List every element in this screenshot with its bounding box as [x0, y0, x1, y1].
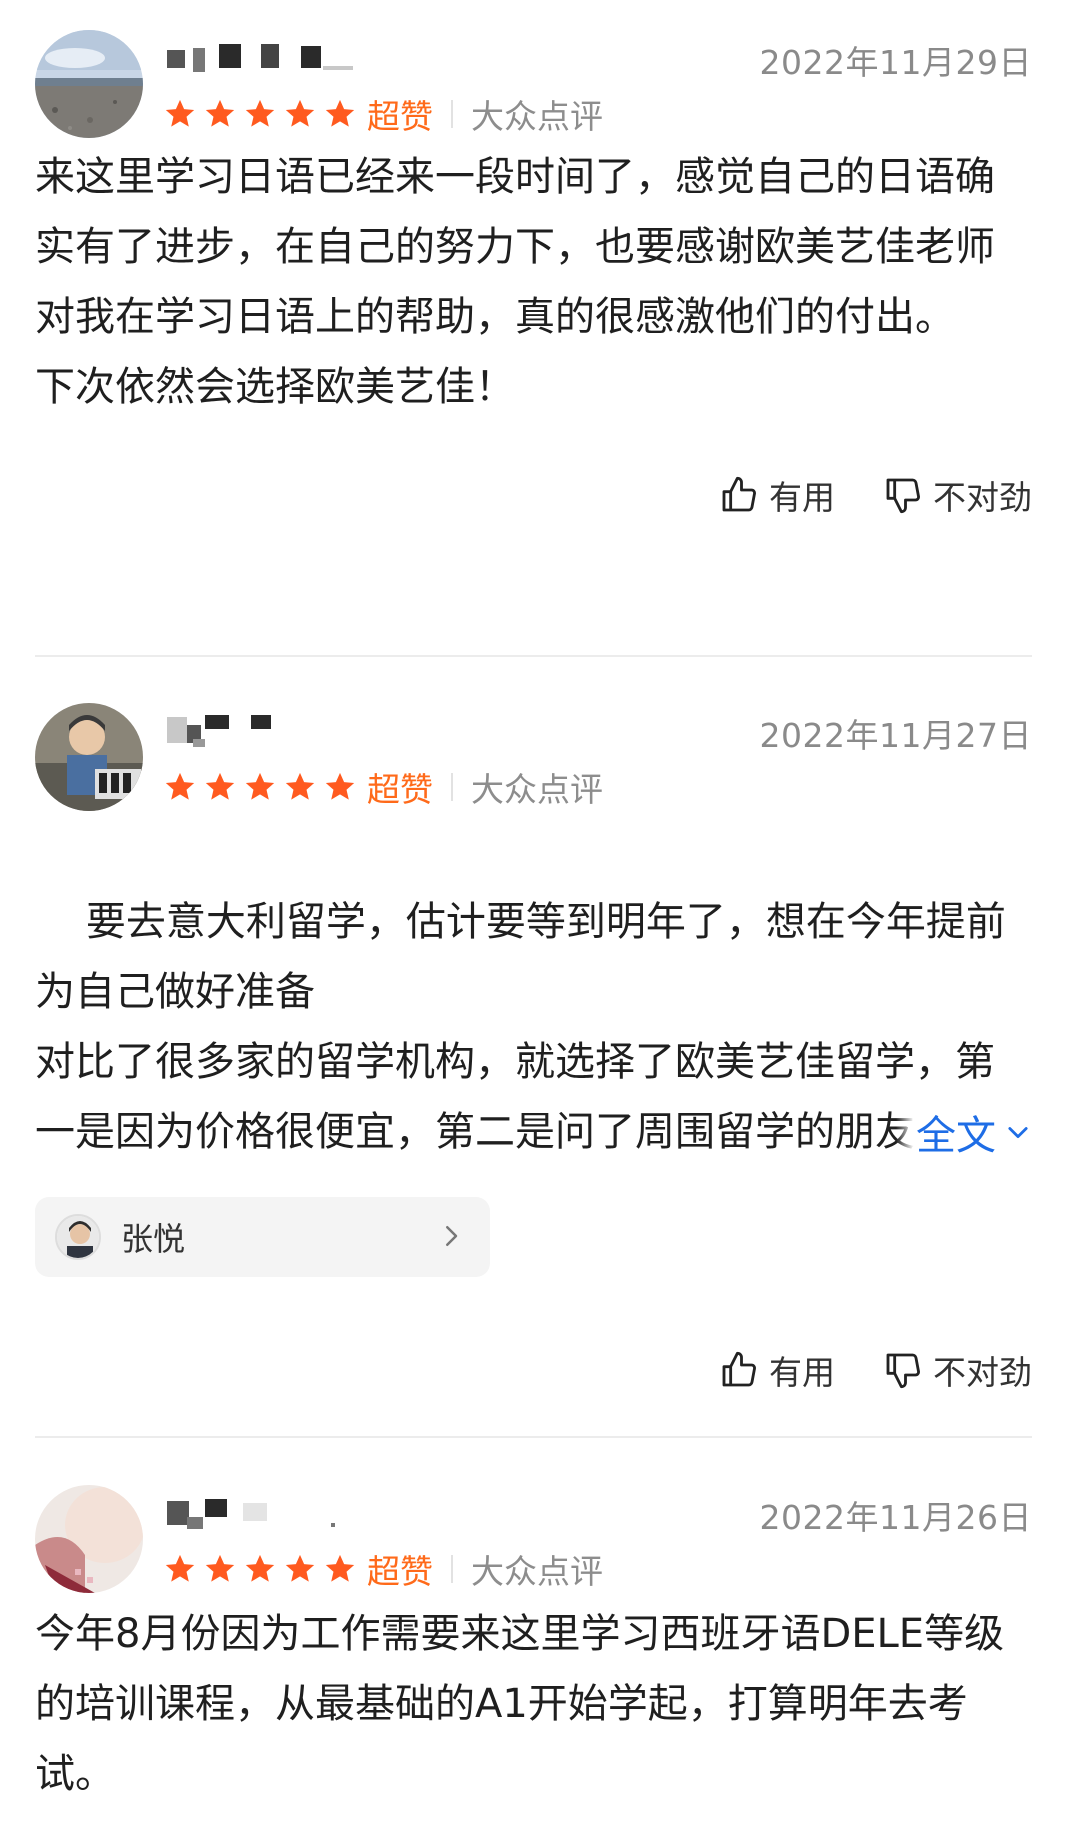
star-rating: [163, 97, 357, 131]
merchant-reply-chip[interactable]: 张悦: [35, 1197, 490, 1277]
star-icon: [205, 99, 235, 127]
star-icon: [245, 99, 275, 127]
rating-row: 超赞 大众点评: [163, 1547, 603, 1591]
review-body: 要去意大利留学，估计要等到明年了，想在今年提前为自己做好准备 对比了很多家的留学…: [35, 817, 1032, 1167]
separator: [451, 1555, 453, 1583]
username-redacted[interactable]: [163, 1495, 363, 1529]
rating-row: 超赞 大众点评: [163, 765, 603, 809]
review-date: 2022年11月29日: [759, 43, 1032, 82]
divider: [35, 1436, 1032, 1438]
review-card: 2022年11月26日 超赞 大众点评 今年8月份因为工作需要来这里学习西班牙语…: [35, 1485, 1032, 1825]
star-icon: [205, 772, 235, 800]
rating-label: 超赞: [367, 97, 433, 136]
star-icon: [285, 1554, 315, 1582]
reply-avatar: [55, 1214, 101, 1260]
star-rating: [163, 770, 357, 804]
username-redacted[interactable]: [163, 40, 363, 74]
wrong-label: 不对劲: [933, 478, 1032, 517]
star-icon: [285, 772, 315, 800]
avatar[interactable]: [35, 30, 143, 138]
star-icon: [245, 772, 275, 800]
thumbs-up-icon: [722, 476, 756, 512]
separator: [451, 100, 453, 128]
star-icon: [165, 772, 195, 800]
thumbs-up-icon: [722, 1351, 756, 1387]
star-icon: [325, 1554, 355, 1582]
review-actions: 有用 不对劲: [719, 1345, 1032, 1395]
useful-label: 有用: [769, 1353, 835, 1392]
star-icon: [245, 1554, 275, 1582]
review-date: 2022年11月27日: [759, 716, 1032, 755]
chevron-down-icon: [1008, 1127, 1028, 1139]
rating-row: 超赞 大众点评: [163, 92, 603, 136]
wrong-button[interactable]: 不对劲: [883, 471, 1032, 519]
review-date: 2022年11月26日: [759, 1498, 1032, 1537]
star-icon: [205, 1554, 235, 1582]
useful-label: 有用: [769, 478, 835, 517]
review-card: 2022年11月29日 超赞 大众点评 来这里学习日语已经来一段时间了，感觉自己…: [35, 30, 1032, 530]
avatar[interactable]: [35, 1485, 143, 1593]
rating-label: 超赞: [367, 770, 433, 809]
review-source: 大众点评: [471, 1552, 603, 1591]
useful-button[interactable]: 有用: [719, 471, 835, 519]
rating-label: 超赞: [367, 1552, 433, 1591]
review-body: 今年8月份因为工作需要来这里学习西班牙语DELE等级的培训课程，从最基础的A1开…: [35, 1611, 1005, 1797]
review-card: 2022年11月27日 超赞 大众点评 要去意大利留学，估计要等到明年了，想在今…: [35, 703, 1032, 1403]
review-source: 大众点评: [471, 97, 603, 136]
reply-name: 张悦: [121, 1220, 186, 1258]
read-more-link[interactable]: 全文: [896, 1097, 1032, 1167]
avatar[interactable]: [35, 703, 143, 811]
star-icon: [165, 99, 195, 127]
star-icon: [325, 99, 355, 127]
useful-button[interactable]: 有用: [719, 1346, 835, 1394]
chevron-right-icon: [446, 1226, 458, 1246]
wrong-label: 不对劲: [933, 1353, 1032, 1392]
review-actions: 有用 不对劲: [719, 470, 1032, 520]
username-redacted[interactable]: [163, 713, 363, 747]
thumbs-down-icon: [886, 478, 920, 514]
thumbs-down-icon: [886, 1353, 920, 1389]
star-icon: [325, 772, 355, 800]
star-icon: [165, 1554, 195, 1582]
star-rating: [163, 1552, 357, 1586]
review-source: 大众点评: [471, 770, 603, 809]
review-body-text: 要去意大利留学，估计要等到明年了，想在今年提前为自己做好准备 对比了很多家的留学…: [35, 899, 1006, 1155]
separator: [451, 773, 453, 801]
read-more-label: 全文: [916, 1113, 996, 1159]
divider: [35, 655, 1032, 657]
review-body: 来这里学习日语已经来一段时间了，感觉自己的日语确实有了进步，在自己的努力下，也要…: [35, 154, 995, 410]
wrong-button[interactable]: 不对劲: [883, 1346, 1032, 1394]
star-icon: [285, 99, 315, 127]
